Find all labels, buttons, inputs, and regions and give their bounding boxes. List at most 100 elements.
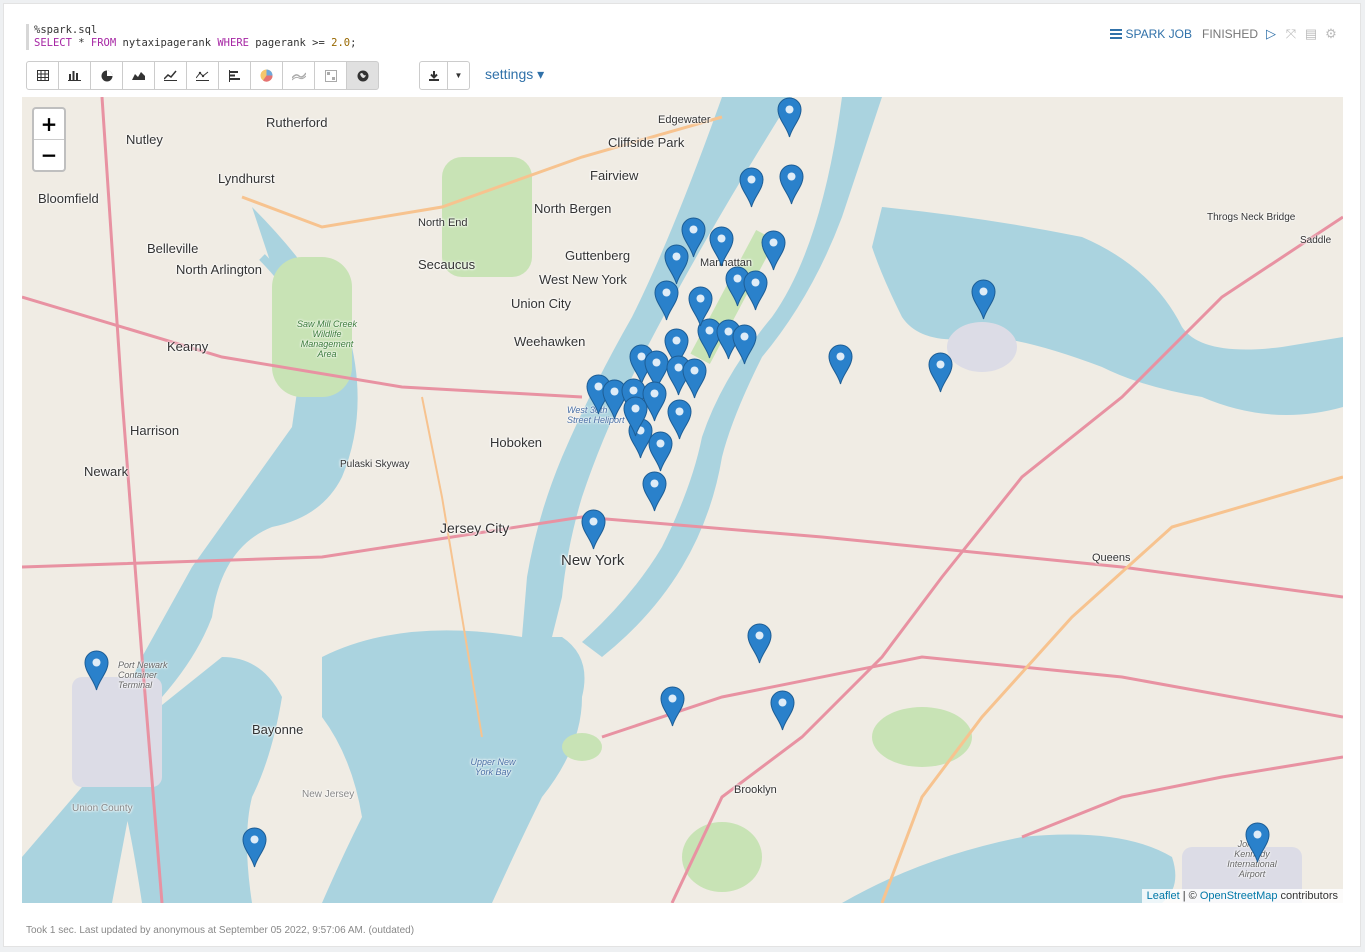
map-marker-icon[interactable] xyxy=(761,230,786,271)
map-marker-icon[interactable] xyxy=(747,623,772,664)
map-marker-icon[interactable] xyxy=(777,97,802,138)
map-marker-icon[interactable] xyxy=(682,358,707,399)
map-marker-icon[interactable] xyxy=(84,650,109,691)
line-chart-button[interactable] xyxy=(154,61,187,90)
place-label: Harrison xyxy=(130,423,180,438)
pie-chart-icon xyxy=(101,70,112,81)
map-marker-icon[interactable] xyxy=(623,396,648,437)
area-chart-button[interactable] xyxy=(122,61,155,90)
place-label: Saw Mill Creek Wildlife Management Area xyxy=(296,319,357,359)
place-label: Edgewater xyxy=(658,114,711,126)
table-button[interactable] xyxy=(26,61,59,90)
map-marker-icon[interactable] xyxy=(709,226,734,267)
stream-chart-button[interactable] xyxy=(282,61,315,90)
map-marker-icon[interactable] xyxy=(779,164,804,205)
paragraph-status: SPARK JOB FINISHED ▷ ⤧ ▤ ⚙ xyxy=(1109,26,1338,42)
map-marker-icon[interactable] xyxy=(739,167,764,208)
place-label: New Jersey xyxy=(302,789,355,800)
globe-icon xyxy=(357,70,368,81)
map-marker-icon[interactable] xyxy=(928,352,953,393)
place-label: Brooklyn xyxy=(734,784,777,796)
scatter-chart-button[interactable] xyxy=(186,61,219,90)
scatter-chart-icon xyxy=(196,71,209,81)
place-label: Port Newark Container Terminal xyxy=(118,660,168,690)
book-icon[interactable]: ▤ xyxy=(1304,26,1318,42)
place-label: Bayonne xyxy=(252,722,304,737)
map-marker-icon[interactable] xyxy=(664,244,689,285)
map-marker-icon[interactable] xyxy=(688,286,713,327)
horizontal-bar-icon xyxy=(228,69,240,82)
map-marker-icon[interactable] xyxy=(828,344,853,385)
map-marker-icon[interactable] xyxy=(242,827,267,868)
code-editor[interactable]: %spark.sql SELECT * FROM nytaxipagerank … xyxy=(26,24,454,50)
horizontal-bar-button[interactable] xyxy=(218,61,251,90)
map-button[interactable] xyxy=(346,61,379,90)
zoom-in-button[interactable]: + xyxy=(34,109,64,140)
place-label: Upper New York Bay xyxy=(470,757,516,777)
map-view[interactable]: Rutherford Nutley Edgewater Cliffside Pa… xyxy=(22,97,1343,903)
place-label: North End xyxy=(418,217,468,229)
bar-chart-button[interactable] xyxy=(58,61,91,90)
place-label: Saddle xyxy=(1300,235,1332,246)
place-label: Union County xyxy=(72,803,133,814)
map-marker-icon[interactable] xyxy=(732,324,757,365)
download-button[interactable] xyxy=(419,61,448,90)
place-label: Belleville xyxy=(147,241,199,256)
place-label: Union City xyxy=(511,296,571,311)
download-icon xyxy=(428,70,439,81)
map-marker-icon[interactable] xyxy=(770,690,795,731)
table-icon xyxy=(36,70,49,81)
attribution-separator: | © xyxy=(1179,890,1200,902)
leaflet-link[interactable]: Leaflet xyxy=(1147,890,1180,902)
place-label: Guttenberg xyxy=(565,248,631,263)
run-icon[interactable]: ▷ xyxy=(1264,26,1278,42)
place-label: Weehawken xyxy=(514,334,586,349)
stream-chart-icon xyxy=(291,72,306,81)
zoom-out-button[interactable]: − xyxy=(34,140,64,170)
map-marker-icon[interactable] xyxy=(642,471,667,512)
map-attribution: Leaflet | © OpenStreetMap contributors xyxy=(1141,889,1343,903)
place-label: West New York xyxy=(539,272,627,287)
pie-color-button[interactable] xyxy=(250,61,283,90)
code-condition: pagerank >= xyxy=(248,37,332,49)
visualization-toolbar xyxy=(26,61,379,90)
place-label: North Bergen xyxy=(534,201,612,216)
map-marker-icon[interactable] xyxy=(648,431,673,472)
pie-color-icon xyxy=(260,69,273,82)
place-label: Bloomfield xyxy=(38,191,99,206)
paragraph-footer: Took 1 sec. Last updated by anonymous at… xyxy=(26,925,415,936)
place-label: Kearny xyxy=(167,339,209,354)
status-label: FINISHED xyxy=(1201,27,1258,41)
place-label: Hoboken xyxy=(490,435,543,450)
spark-job-label: SPARK JOB xyxy=(1125,27,1192,41)
spark-job-link[interactable]: SPARK JOB xyxy=(1109,27,1192,41)
map-marker-icon[interactable] xyxy=(654,280,679,321)
place-label: Queens xyxy=(1092,552,1131,564)
pie-chart-button[interactable] xyxy=(90,61,123,90)
code-value: 2.0 xyxy=(331,37,351,49)
caret-down-icon: ▼ xyxy=(454,71,463,80)
map-marker-icon[interactable] xyxy=(660,686,685,727)
bar-chart-icon xyxy=(68,71,81,81)
map-marker-icon[interactable] xyxy=(581,509,606,550)
download-group: ▼ xyxy=(419,61,470,90)
collapse-icon[interactable]: ⤧ xyxy=(1284,26,1298,42)
place-label: Newark xyxy=(84,464,129,479)
area-chart-icon xyxy=(132,72,145,80)
map-marker-icon[interactable] xyxy=(1245,822,1270,863)
place-label: Secaucus xyxy=(418,257,476,272)
place-label: Throgs Neck Bridge xyxy=(1207,212,1296,223)
list-icon xyxy=(1109,29,1122,39)
place-label: Cliffside Park xyxy=(608,135,685,150)
map-marker-icon[interactable] xyxy=(971,279,996,320)
heatmap-button[interactable] xyxy=(314,61,347,90)
place-label: Nutley xyxy=(126,132,163,147)
code-star: * xyxy=(71,37,91,49)
gear-icon[interactable]: ⚙ xyxy=(1324,26,1338,42)
map-marker-icon[interactable] xyxy=(743,270,768,311)
settings-toggle[interactable]: settings ▾ xyxy=(485,66,544,83)
download-dropdown-button[interactable]: ▼ xyxy=(447,61,470,90)
place-label: Jersey City xyxy=(440,520,510,536)
code-keyword-select: SELECT xyxy=(34,37,72,49)
osm-link[interactable]: OpenStreetMap xyxy=(1200,890,1278,902)
